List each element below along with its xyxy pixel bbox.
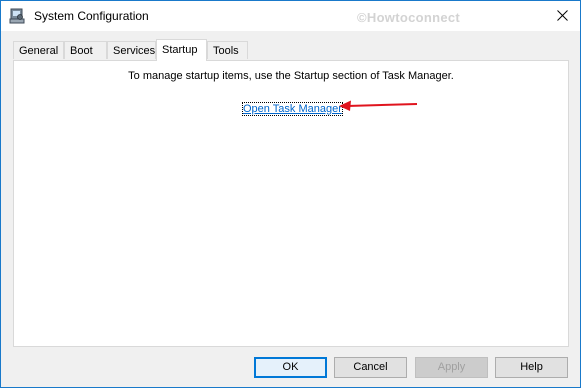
close-icon <box>557 10 568 21</box>
close-button[interactable] <box>545 1 580 30</box>
window-title: System Configuration <box>34 9 149 23</box>
red-arrow-annotation <box>339 100 418 111</box>
tab-startup[interactable]: Startup <box>156 39 207 61</box>
tab-services[interactable]: Services <box>107 41 156 59</box>
title-bar: System Configuration ©Howtoconnect <box>1 1 580 31</box>
apply-button[interactable]: Apply <box>415 357 488 378</box>
help-button[interactable]: Help <box>495 357 568 378</box>
tab-tools[interactable]: Tools <box>207 41 248 59</box>
tab-general[interactable]: General <box>13 41 64 59</box>
msconfig-app-icon <box>9 8 25 24</box>
startup-message: To manage startup items, use the Startup… <box>128 70 454 82</box>
startup-tab-panel: To manage startup items, use the Startup… <box>13 60 569 347</box>
open-task-manager-link[interactable]: Open Task Manager <box>242 102 343 116</box>
system-configuration-window: System Configuration ©Howtoconnect Gener… <box>0 0 581 388</box>
tab-boot[interactable]: Boot <box>64 41 107 59</box>
ok-button[interactable]: OK <box>254 357 327 378</box>
cancel-button[interactable]: Cancel <box>334 357 407 378</box>
watermark-text: ©Howtoconnect <box>357 10 461 25</box>
